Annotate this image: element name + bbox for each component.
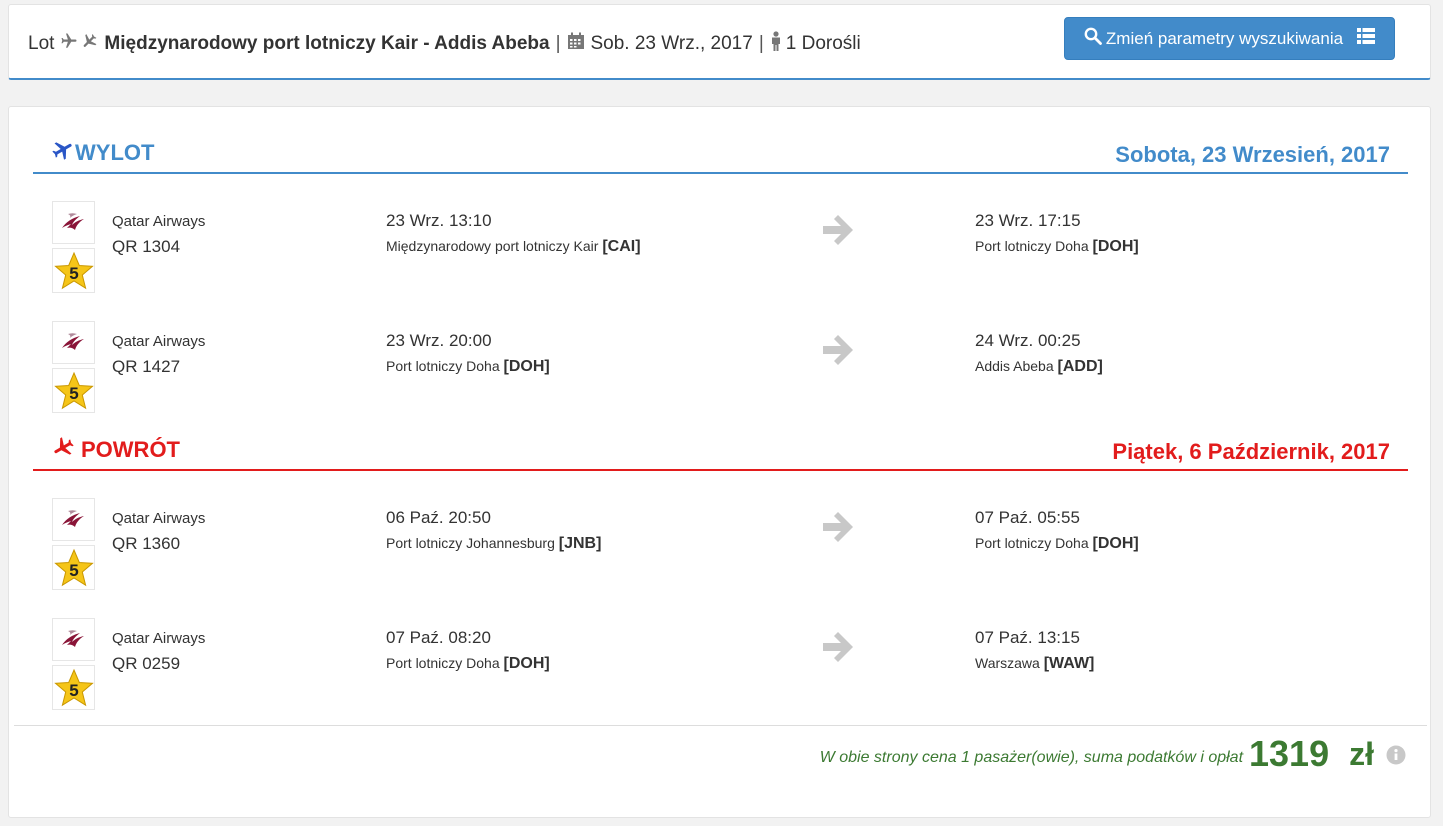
svg-text:5: 5 [69,264,78,283]
price-note: W obie strony cena 1 pasażer(owie), suma… [819,749,1244,766]
arrival-code: DOH [1097,238,1134,255]
plane-right-icon [60,32,78,56]
arrival-time: 07 Paź. 13:15 [975,628,1080,647]
qatar-airways-logo [52,618,95,661]
arrival-time: 07 Paź. 05:55 [975,508,1080,527]
plane-left-icon [80,32,98,56]
summary-route: Międzynarodowy port lotniczy Kair - Addi… [104,33,550,54]
summary-passengers: 1 Dorośli [785,33,861,54]
return-date: Piątek, 6 Październik, 2017 [1112,439,1390,464]
departure-time: 23 Wrz. 20:00 [386,331,492,350]
arrival-code: DOH [1097,535,1134,552]
plane-landing-icon [51,435,75,465]
arrival-code: WAW [1049,655,1090,672]
airline-name: Qatar Airways [112,333,206,350]
airline-name: Qatar Airways [112,630,206,647]
arrival-airport: Port lotniczy Doha [DOH] [975,238,1139,255]
departure-time: 06 Paź. 20:50 [386,508,491,527]
departure-airport: Port lotniczy Doha [DOH] [386,358,550,375]
price-summary: W obie strony cena 1 pasażer(owie), suma… [820,733,1406,775]
departure-airport: Port lotniczy Johannesburg [JNB] [386,535,602,552]
arrow-right-icon [821,335,853,370]
info-icon[interactable] [1386,745,1406,770]
arrow-right-icon [821,512,853,547]
departure-time: 23 Wrz. 13:10 [386,211,492,230]
arrival-time: 23 Wrz. 17:15 [975,211,1081,230]
airline-name: Qatar Airways [112,213,206,230]
arrival-airport: Port lotniczy Doha [DOH] [975,535,1139,552]
qatar-airways-logo [52,498,95,541]
star-rating-icon: 5 [52,545,95,590]
return-title: POWRÓT [51,435,180,465]
change-search-label: Zmień parametry wyszukiwania [1105,28,1344,48]
outbound-header: WYLOT Sobota, 23 Wrzesień, 2017 [33,140,1408,174]
flight-number: QR 1427 [112,357,181,376]
flight-number: QR 1360 [112,534,181,553]
arrival-airport: Addis Abeba [ADD] [975,358,1103,375]
search-icon [1084,27,1102,50]
outbound-date: Sobota, 23 Wrzesień, 2017 [1115,142,1390,167]
departure-code: JNB [564,535,597,552]
departure-airport: Port lotniczy Doha [DOH] [386,655,550,672]
flight-segment: 5 Qatar Airways QR 1360 06 Paź. 20:50 Po… [9,498,1432,598]
price-amount: 1319 [1249,733,1330,774]
flight-number: QR 0259 [112,654,181,673]
outbound-title: WYLOT [51,138,154,168]
arrow-right-icon [821,215,853,250]
search-summary-bar: Lot Międzynarodowy port lotniczy Kair - … [8,4,1431,80]
flight-segment: 5 Qatar Airways QR 1304 23 Wrz. 13:10 Mi… [9,201,1432,301]
itinerary-card: WYLOT Sobota, 23 Wrzesień, 2017 5 Qatar … [8,106,1431,818]
change-search-button[interactable]: Zmień parametry wyszukiwania [1064,17,1395,60]
return-header: POWRÓT Piątek, 6 Październik, 2017 [33,437,1408,471]
arrival-code: ADD [1062,358,1098,375]
price-divider [14,725,1427,726]
person-icon [770,31,782,57]
flight-segment: 5 Qatar Airways QR 1427 23 Wrz. 20:00 Po… [9,321,1432,421]
flight-segment: 5 Qatar Airways QR 0259 07 Paź. 08:20 Po… [9,618,1432,718]
plane-takeoff-icon [51,138,75,168]
departure-airport: Międzynarodowy port lotniczy Kair [CAI] [386,238,641,255]
arrow-right-icon [821,632,853,667]
departure-code: CAI [607,238,636,255]
svg-text:5: 5 [69,561,78,580]
star-rating-icon: 5 [52,248,95,293]
search-summary: Lot Międzynarodowy port lotniczy Kair - … [28,31,861,57]
star-rating-icon: 5 [52,665,95,710]
list-icon [1357,28,1376,49]
summary-date: Sob. 23 Wrz., 2017 [590,33,753,54]
arrival-airport: Warszawa [WAW] [975,655,1095,672]
svg-text:5: 5 [69,681,78,700]
price-currency: zł [1349,735,1374,772]
calendar-icon [567,32,585,56]
qatar-airways-logo [52,201,95,244]
departure-time: 07 Paź. 08:20 [386,628,491,647]
svg-text:5: 5 [69,384,78,403]
airline-name: Qatar Airways [112,510,206,527]
qatar-airways-logo [52,321,95,364]
summary-prefix: Lot [28,33,55,54]
flight-number: QR 1304 [112,237,181,256]
star-rating-icon: 5 [52,368,95,413]
departure-code: DOH [508,358,545,375]
departure-code: DOH [508,655,545,672]
arrival-time: 24 Wrz. 00:25 [975,331,1081,350]
